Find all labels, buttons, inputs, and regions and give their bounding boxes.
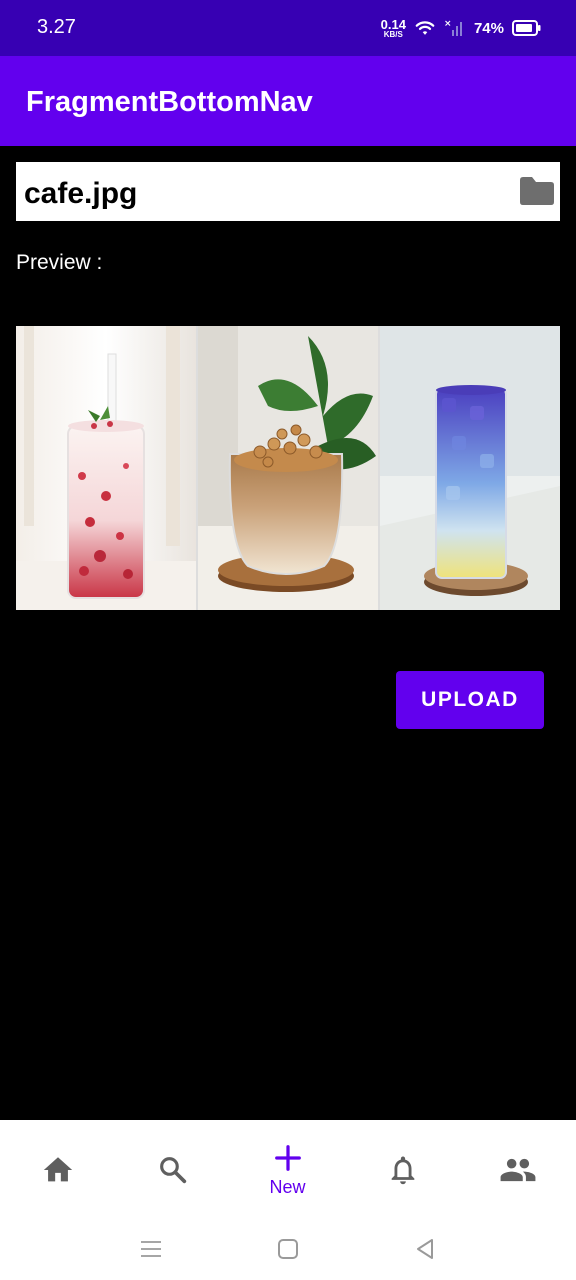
nav-item-notifications[interactable] <box>345 1120 460 1220</box>
system-navigation-bar <box>0 1220 576 1280</box>
status-time: 3.27 <box>37 16 76 38</box>
nav-item-home[interactable] <box>0 1120 115 1220</box>
file-name: cafe.jpg <box>24 177 138 210</box>
nav-item-new[interactable]: New <box>230 1120 345 1220</box>
svg-text:×: × <box>444 19 452 29</box>
network-speed-value: 0.14 <box>380 16 406 32</box>
battery-percent: 74% <box>473 19 504 37</box>
app-title: FragmentBottomNav <box>26 86 313 118</box>
nav-label-new: New <box>269 1176 306 1197</box>
drink-photo-butterfly-pea <box>380 326 560 610</box>
bottom-navigation: New <box>0 1120 576 1220</box>
search-icon <box>159 1157 186 1184</box>
preview-label: Preview : <box>16 251 103 274</box>
menu-icon[interactable] <box>136 1234 166 1264</box>
back-icon[interactable] <box>410 1234 440 1264</box>
network-speed: 0.14 KB/S <box>381 18 406 39</box>
nav-item-search[interactable] <box>115 1120 230 1220</box>
add-icon <box>274 1144 301 1171</box>
home-icon <box>43 1157 72 1182</box>
status-bar: 3.27 0.14 KB/S × 74% <box>0 0 576 56</box>
wifi-icon <box>415 21 435 35</box>
file-picker-field[interactable]: cafe.jpg <box>16 162 560 221</box>
drink-photo-coffee <box>198 326 378 610</box>
status-icons: 0.14 KB/S × 74% <box>381 14 542 42</box>
folder-icon[interactable] <box>518 174 556 208</box>
bell-icon <box>391 1156 414 1185</box>
app-bar: FragmentBottomNav <box>0 56 576 146</box>
network-speed-unit: KB/S <box>383 29 403 39</box>
drink-photo-strawberry <box>16 326 196 610</box>
upload-button[interactable]: UPLOAD <box>396 671 544 729</box>
home-button-icon[interactable] <box>273 1234 303 1264</box>
nav-item-people[interactable] <box>460 1120 575 1220</box>
signal-icon: × <box>444 19 462 36</box>
people-icon <box>500 1158 535 1182</box>
battery-icon <box>512 20 541 36</box>
preview-image <box>16 326 560 610</box>
